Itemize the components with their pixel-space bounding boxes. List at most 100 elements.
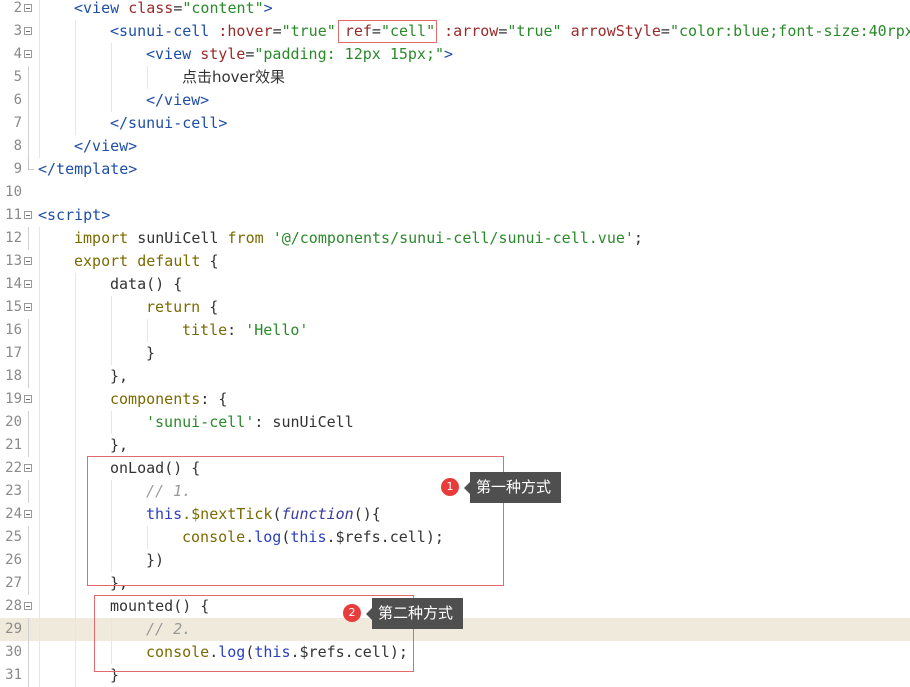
onload-highlight-box (87, 456, 504, 586)
code-line[interactable]: 13 export default { (0, 250, 910, 273)
fold-toggle-icon[interactable] (24, 280, 32, 288)
line-number: 4 (13, 46, 22, 62)
code-token: sunUiCell (137, 229, 228, 247)
code-token: class (128, 0, 174, 17)
code-token: </sunui-cell> (110, 114, 228, 132)
indent-guide (39, 526, 40, 549)
code-line[interactable]: 7 </sunui-cell> (0, 112, 910, 135)
code-line[interactable]: 15 return { (0, 296, 910, 319)
fold-guide (28, 89, 29, 112)
line-number: 16 (5, 322, 22, 338)
fold-toggle-icon[interactable] (24, 464, 32, 472)
code-text: <view class="content"> (74, 0, 273, 20)
code-line[interactable]: 16 title: 'Hello' (0, 319, 910, 342)
code-line[interactable]: 8 </view> (0, 135, 910, 158)
indent-guide (39, 480, 40, 503)
code-line[interactable]: 17} (0, 342, 910, 365)
indent-guide (75, 20, 76, 43)
code-token: arrowStyle (570, 22, 661, 40)
line-number: 24 (5, 506, 22, 522)
fold-guide (28, 664, 29, 687)
fold-guide (28, 342, 29, 365)
line-number: 9 (13, 161, 22, 177)
indent-guide (75, 549, 76, 572)
annotation-callout-2: 第二种方式 (365, 598, 464, 629)
line-number: 13 (5, 253, 22, 269)
code-text: <view style="padding: 12px 15px;"> (146, 43, 453, 66)
code-line[interactable]: 2 <view class="content"> (0, 0, 910, 20)
line-number: 23 (5, 483, 22, 499)
code-text: }, (110, 434, 128, 457)
indent-guide (39, 434, 40, 457)
indent-guide (39, 43, 40, 66)
indent-guide (111, 66, 112, 89)
code-token: = (660, 22, 670, 40)
code-line[interactable]: 5 点击hover效果 (0, 66, 910, 89)
code-line[interactable]: 6 </view> (0, 89, 910, 112)
fold-guide (28, 135, 29, 158)
indent-guide (39, 388, 40, 411)
fold-toggle-icon[interactable] (24, 27, 32, 35)
indent-guide (75, 411, 76, 434)
indent-guide (39, 0, 40, 20)
indent-guide (75, 664, 76, 687)
line-number: 28 (5, 598, 22, 614)
code-line[interactable]: 3 <sunui-cell :hover="true" ref="cell" :a… (0, 20, 910, 43)
code-line[interactable]: 18}, (0, 365, 910, 388)
fold-guide (28, 112, 29, 135)
code-token: title (182, 321, 228, 339)
indent-guide (39, 342, 40, 365)
indent-guide (75, 503, 76, 526)
code-text: </view> (74, 135, 137, 158)
fold-guide (28, 526, 29, 549)
indent-guide (39, 365, 40, 388)
fold-guide (28, 549, 29, 572)
indent-guide (39, 664, 40, 687)
fold-toggle-icon[interactable] (24, 303, 32, 311)
indent-guide (75, 388, 76, 411)
fold-toggle-icon[interactable] (24, 257, 32, 265)
line-number: 19 (5, 391, 22, 407)
indent-guide (75, 572, 76, 595)
code-token: from (227, 229, 273, 247)
line-number: 11 (5, 207, 22, 223)
code-line[interactable]: 14 data() { (0, 273, 910, 296)
code-token: </view> (146, 91, 210, 109)
fold-toggle-icon[interactable] (24, 211, 32, 219)
fold-toggle-icon[interactable] (24, 510, 32, 518)
code-token: :arrow (444, 22, 499, 40)
line-number: 10 (5, 184, 22, 200)
code-line[interactable]: 11 <script> (0, 204, 910, 227)
code-text: export default { (74, 250, 219, 273)
indent-guide (75, 342, 76, 365)
line-number: 29 (5, 621, 22, 637)
code-token: '@/components/sunui-cell/sunui-cell.vue' (272, 229, 634, 247)
indent-guide (39, 503, 40, 526)
indent-guide (75, 112, 76, 135)
indent-guide (111, 342, 112, 365)
code-token: import (74, 229, 138, 247)
code-token: "true" (507, 22, 562, 40)
code-text: </sunui-cell> (110, 112, 227, 135)
code-line[interactable]: 12 import sunUiCell from '@/components/su… (0, 227, 910, 250)
code-token: "color:blue;font-size:40rpx (669, 22, 910, 40)
code-line[interactable]: 9 </template> (0, 158, 910, 181)
code-line[interactable]: 20 'sunui-cell': sunUiCell (0, 411, 910, 434)
fold-toggle-icon[interactable] (24, 602, 32, 610)
code-line[interactable]: 19 components: { (0, 388, 910, 411)
indent-guide (75, 319, 76, 342)
code-line[interactable]: 10 (0, 181, 910, 204)
fold-guide (28, 618, 29, 641)
fold-toggle-icon[interactable] (24, 50, 32, 58)
line-number: 31 (5, 667, 22, 683)
line-number: 26 (5, 552, 22, 568)
code-line[interactable]: 21}, (0, 434, 910, 457)
code-token: style (200, 45, 246, 63)
line-number: 22 (5, 460, 22, 476)
fold-toggle-icon[interactable] (24, 4, 32, 12)
code-text: <script> (38, 204, 110, 227)
code-line[interactable]: 4 <view style="padding: 12px 15px;"> (0, 43, 910, 66)
annotation-callout-1: 第一种方式 (463, 472, 562, 503)
fold-toggle-icon[interactable] (24, 395, 32, 403)
indent-guide (75, 66, 76, 89)
